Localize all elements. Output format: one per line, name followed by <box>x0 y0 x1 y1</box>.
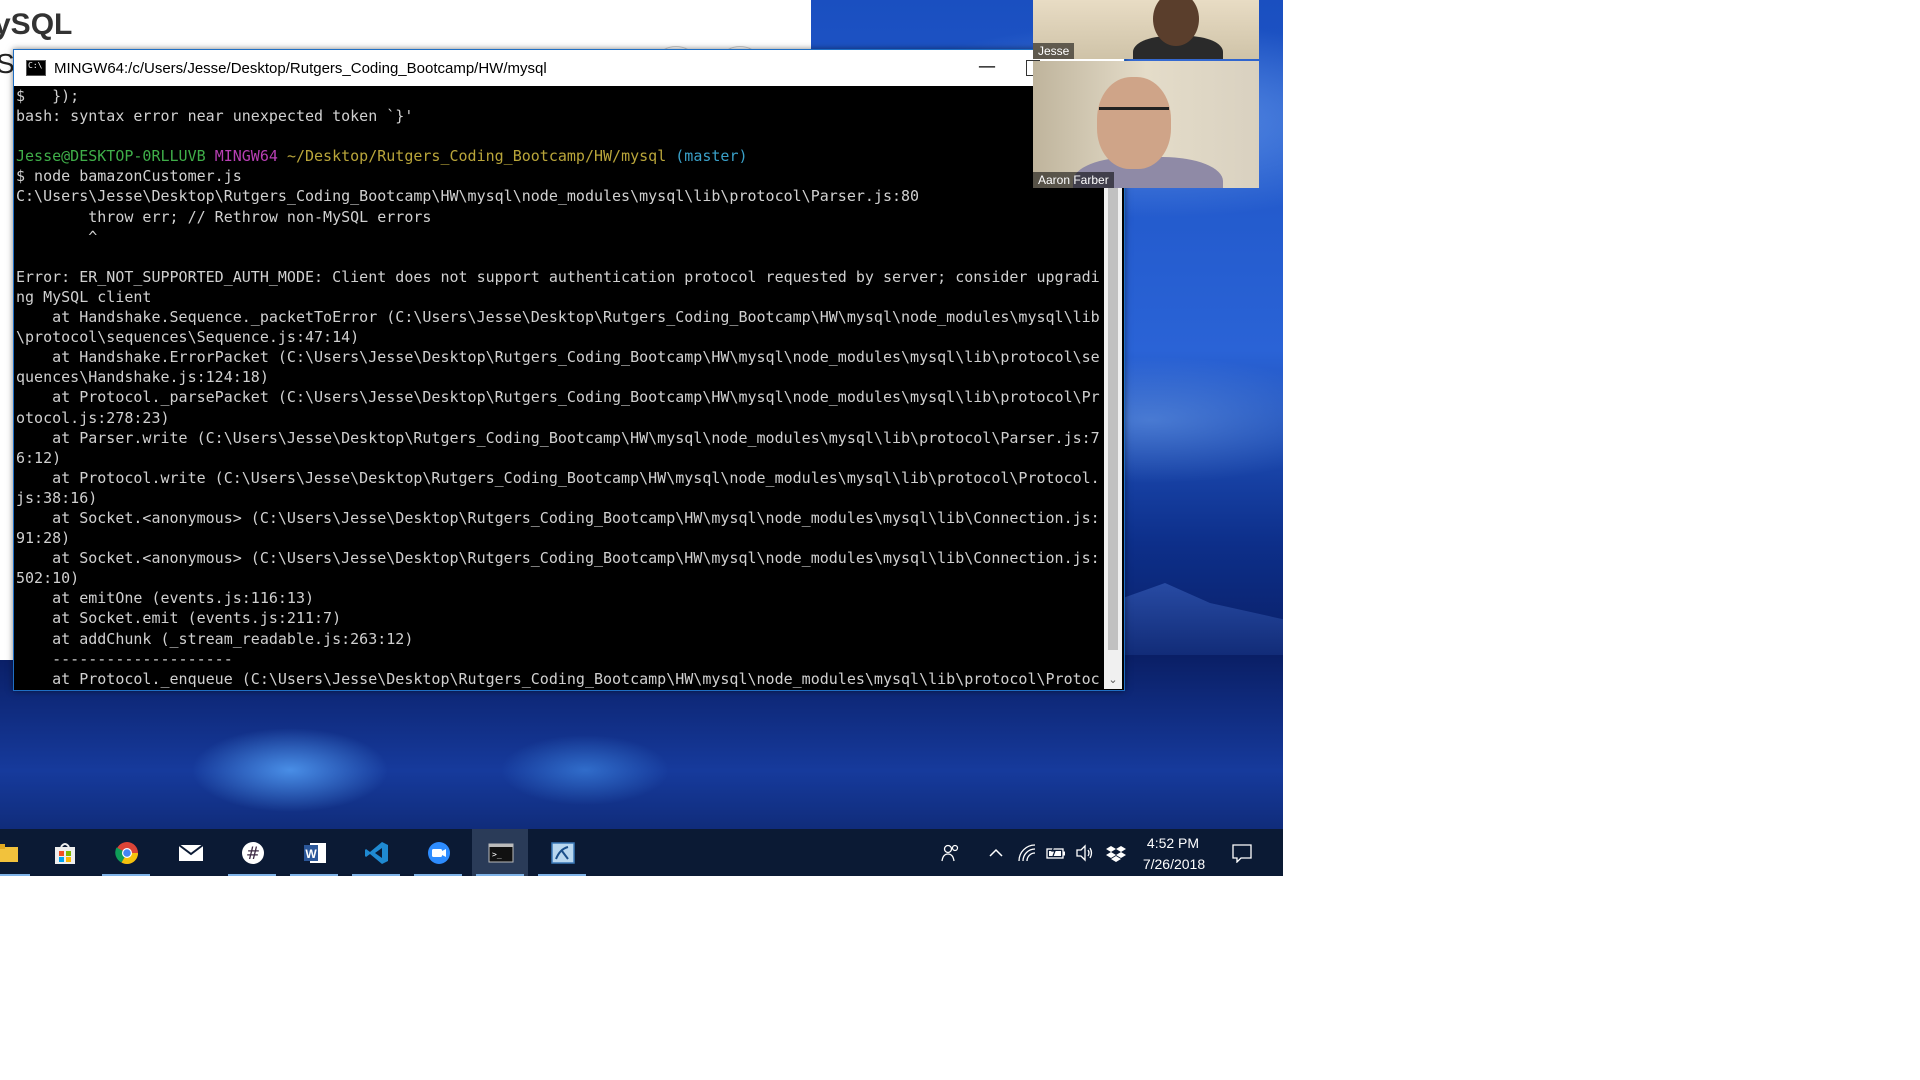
terminal-line: -------------------- <box>16 649 233 668</box>
slack-icon: # <box>242 842 264 864</box>
video-tile-aaron[interactable]: Aaron Farber <box>1033 61 1259 188</box>
action-center-icon[interactable] <box>1231 843 1252 864</box>
terminal-line: ^ <box>16 227 98 246</box>
taskbar-word[interactable]: W <box>286 829 342 876</box>
taskbar-slack[interactable]: # <box>224 829 280 876</box>
terminal-line: at Socket.<anonymous> (C:\Users\Jesse\De… <box>16 549 1100 568</box>
volume-icon[interactable] <box>1075 843 1095 863</box>
desktop: ySQL S MINGW64:/c/Users/Jesse/Desktop/Ru… <box>0 0 1283 876</box>
terminal-line: at Socket.emit (events.js:211:7) <box>16 609 342 628</box>
clock-date[interactable]: 7/26/2018 <box>1134 856 1214 872</box>
taskbar-mail[interactable] <box>162 829 218 876</box>
mail-icon <box>178 844 204 861</box>
terminal-output[interactable]: $ }); bash: syntax error near unexpected … <box>14 86 1104 689</box>
taskbar-terminal[interactable]: >_ <box>472 829 528 876</box>
svg-text:>_: >_ <box>492 850 502 859</box>
clock-time[interactable]: 4:52 PM <box>1142 835 1204 851</box>
terminal-line: 6:12) <box>16 448 62 467</box>
wifi-icon[interactable] <box>1017 843 1037 863</box>
terminal-line: $ }); <box>16 87 80 105</box>
terminal-line: at Protocol._parsePacket (C:\Users\Jesse… <box>16 388 1100 407</box>
terminal-line: 502:10) <box>16 569 80 588</box>
terminal-line: at Protocol.write (C:\Users\Jesse\Deskto… <box>16 468 1100 487</box>
chevron-up-icon[interactable] <box>986 843 1006 863</box>
terminal-window[interactable]: MINGW64:/c/Users/Jesse/Desktop/Rutgers_C… <box>13 49 1125 691</box>
word-icon: W <box>304 843 326 863</box>
terminal-line: 91:28) <box>16 529 71 548</box>
terminal-line: at Protocol._enqueue (C:\Users\Jesse\Des… <box>16 669 1100 688</box>
zoom-icon <box>428 842 450 864</box>
prompt-system: MINGW64 <box>214 147 278 166</box>
microsoft-store-icon <box>55 843 75 864</box>
terminal-line: at emitOne (events.js:116:13) <box>16 589 315 608</box>
terminal-line: at addChunk (_stream_readable.js:263:12) <box>16 629 414 648</box>
chrome-icon <box>115 842 138 864</box>
terminal-line: quences\Handshake.js:124:18) <box>16 368 269 387</box>
mysql-logo-text: ySQL <box>0 8 73 41</box>
minimize-button[interactable]: — <box>964 54 1010 82</box>
terminal-line: js:38:16) <box>16 488 98 507</box>
participant-name-label: Aaron Farber <box>1033 172 1114 188</box>
terminal-line: ng MySQL client <box>16 287 152 306</box>
terminal-titlebar[interactable]: MINGW64:/c/Users/Jesse/Desktop/Rutgers_C… <box>14 50 1124 86</box>
taskbar-file-explorer[interactable] <box>0 829 34 876</box>
battery-icon[interactable] <box>1046 843 1066 863</box>
terminal-line: otocol.js:278:23) <box>16 408 170 427</box>
taskbar-zoom[interactable] <box>410 829 466 876</box>
taskbar: # W >_ 4:52 PM 7/26/2018 <box>0 829 1283 876</box>
terminal-line: at Handshake.Sequence._packetToError (C:… <box>16 308 1100 327</box>
terminal-icon: >_ <box>488 843 514 863</box>
terminal-line: \protocol\sequences\Sequence.js:47:14) <box>16 328 360 347</box>
terminal-title: MINGW64:/c/Users/Jesse/Desktop/Rutgers_C… <box>54 59 547 77</box>
prompt-branch: (master) <box>675 147 748 166</box>
terminal-line: Error: ER_NOT_SUPPORTED_AUTH_MODE: Clien… <box>16 267 1100 286</box>
terminal-line: throw err; // Rethrow non-MySQL errors <box>16 207 432 226</box>
prompt-path: ~/Desktop/Rutgers_Coding_Bootcamp/HW/mys… <box>286 147 667 166</box>
prompt-line: Jesse@DESKTOP-0RLLUVB MINGW64 ~/Desktop/… <box>16 146 1104 166</box>
video-person-glasses <box>1099 107 1169 128</box>
people-icon[interactable] <box>940 843 960 863</box>
terminal-line: $ node bamazonCustomer.js <box>16 167 242 186</box>
terminal-line: bash: syntax error near unexpected token… <box>16 107 414 126</box>
terminal-line: at Parser.write (C:\Users\Jesse\Desktop\… <box>16 428 1100 447</box>
mysql-workbench-icon <box>551 842 575 864</box>
terminal-line: at Socket.<anonymous> (C:\Users\Jesse\De… <box>16 508 1100 527</box>
terminal-line: C:\Users\Jesse\Desktop\Rutgers_Coding_Bo… <box>16 187 920 206</box>
terminal-line: at Handshake.ErrorPacket (C:\Users\Jesse… <box>16 348 1100 367</box>
svg-text:#: # <box>246 844 260 864</box>
taskbar-vscode[interactable] <box>348 829 404 876</box>
taskbar-chrome[interactable] <box>98 829 154 876</box>
scroll-down-arrow-icon[interactable]: ⌄ <box>1106 673 1120 687</box>
terminal-icon <box>26 60 46 76</box>
video-tile-jesse[interactable]: Jesse <box>1033 0 1259 59</box>
taskbar-mysql-workbench[interactable] <box>534 829 590 876</box>
prompt-user-host: Jesse@DESKTOP-0RLLUVB <box>16 147 206 166</box>
svg-text:W: W <box>305 847 317 861</box>
file-explorer-icon <box>0 844 18 862</box>
taskbar-store[interactable] <box>36 829 92 876</box>
participant-name-label: Jesse <box>1033 43 1075 59</box>
vscode-icon <box>365 842 388 864</box>
dropbox-icon[interactable] <box>1106 843 1126 863</box>
